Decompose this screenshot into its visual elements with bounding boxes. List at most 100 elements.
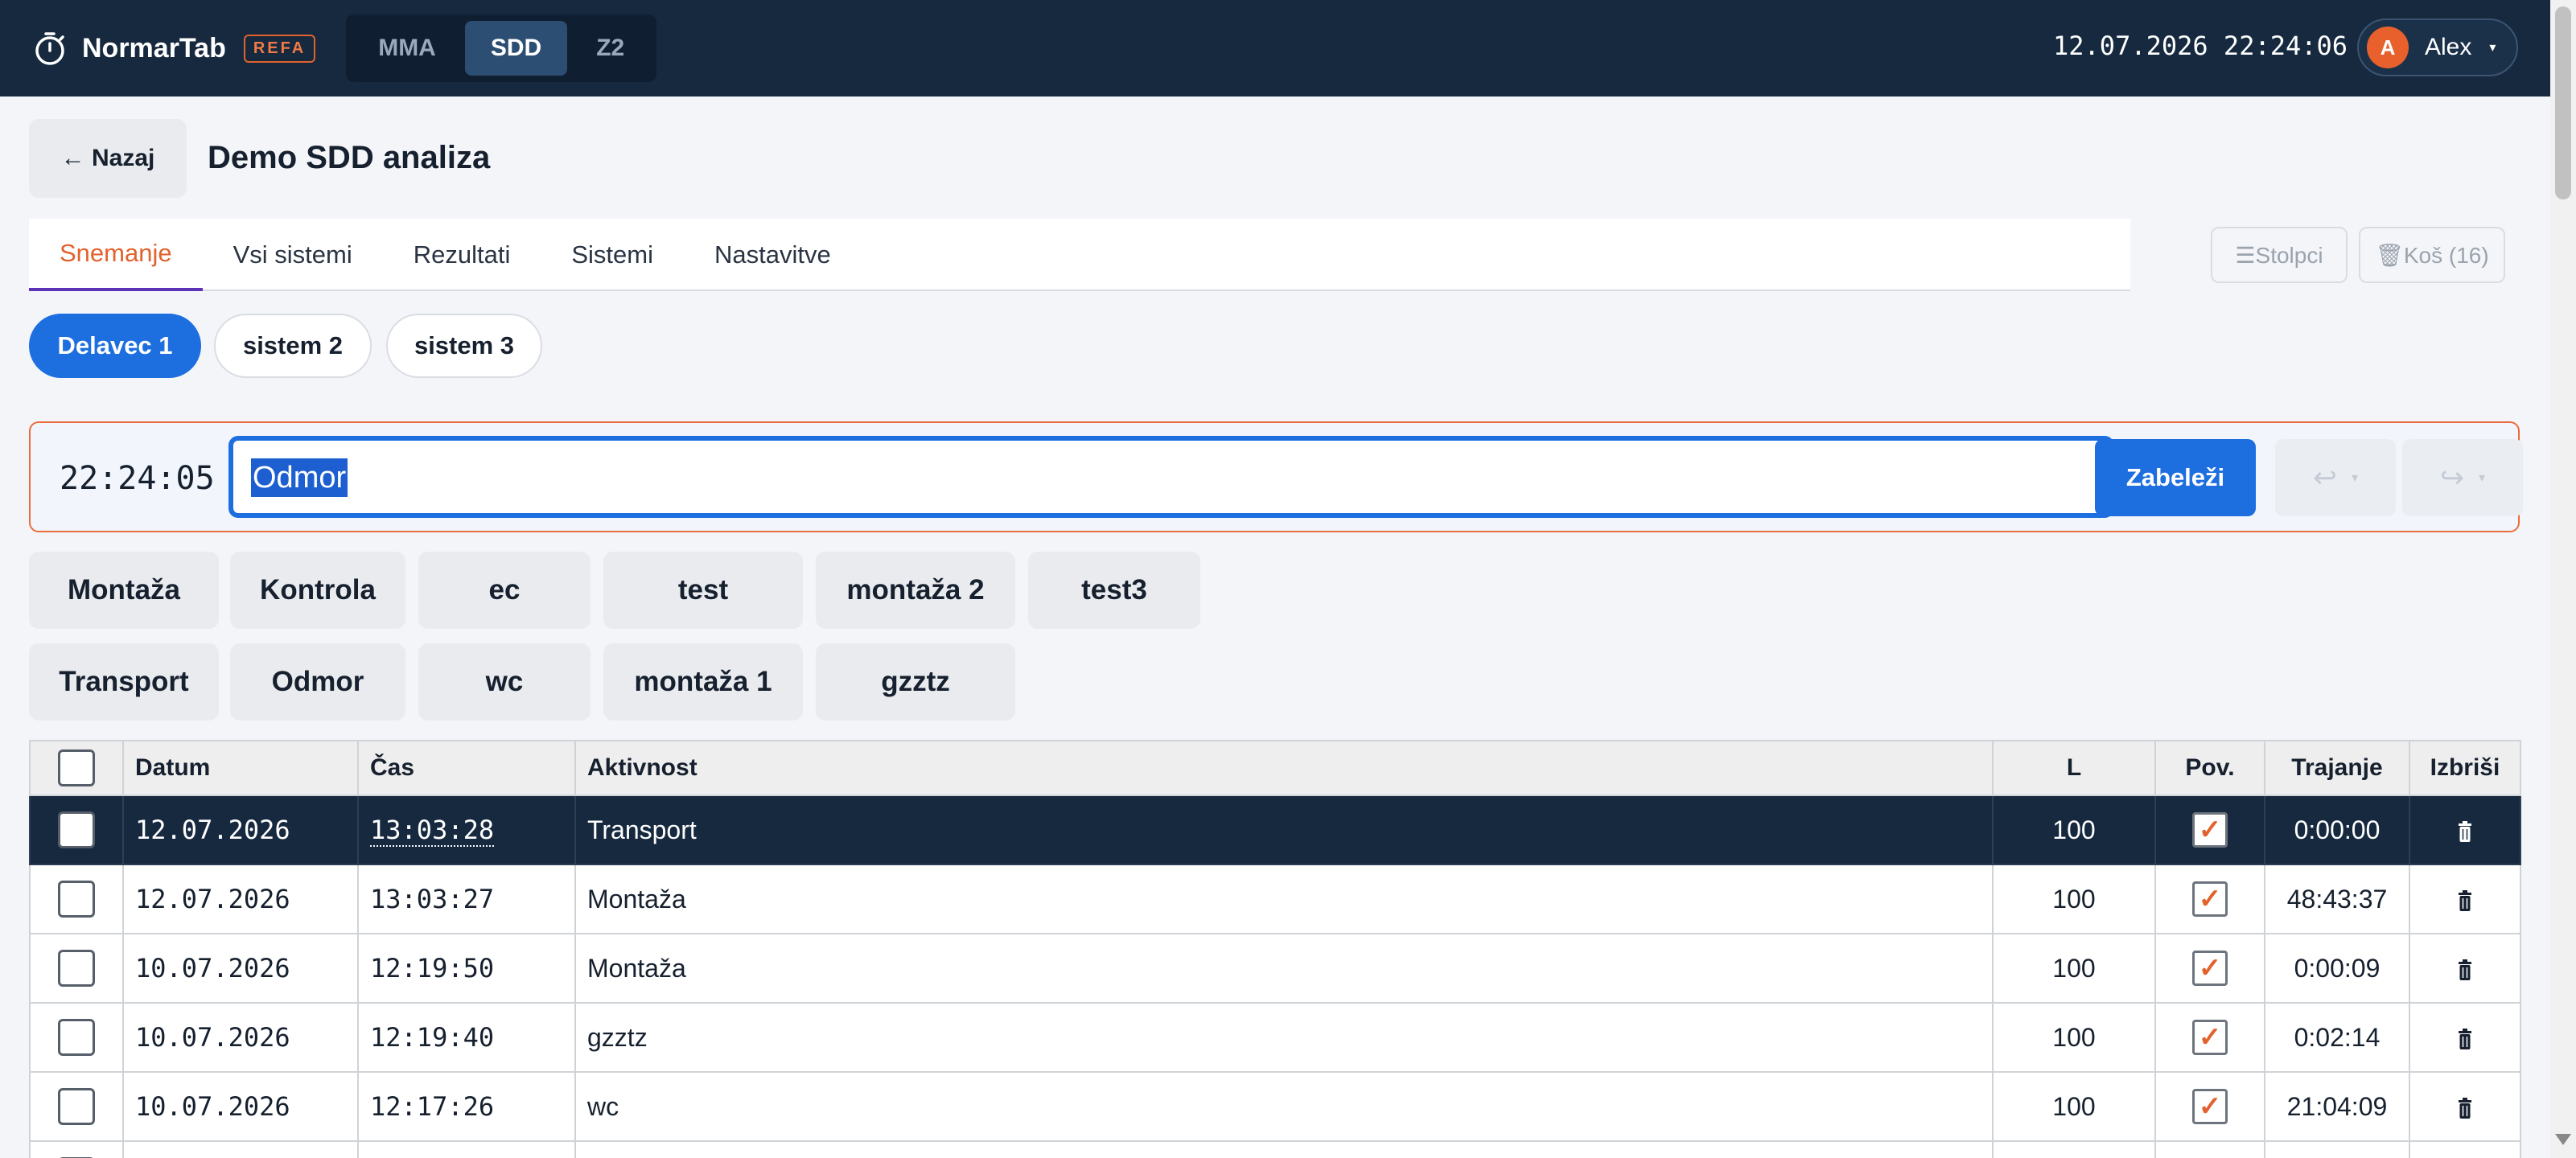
activity-button[interactable]: wc xyxy=(418,643,591,721)
cell-aktivnost: wc xyxy=(574,1071,1994,1142)
activity-button[interactable]: montaža 1 xyxy=(603,643,803,721)
cell-pov: ✓ xyxy=(2154,1071,2265,1142)
redo-button[interactable]: ↪ ▾ xyxy=(2402,439,2523,516)
col-l[interactable]: L xyxy=(1992,740,2156,796)
pov-checkbox[interactable]: ✓ xyxy=(2192,881,2228,917)
table-header-row: Datum Čas Aktivnost L Pov. Trajanje Izbr… xyxy=(29,740,2521,796)
cell-l[interactable]: 100 xyxy=(1992,933,2156,1004)
tab-snemanje[interactable]: Snemanje xyxy=(29,219,203,291)
table-row[interactable]: 12.07.2026 13:03:28 Transport 100 ✓ 0:00… xyxy=(29,795,2521,865)
col-pov[interactable]: Pov. xyxy=(2154,740,2265,796)
row-checkbox[interactable] xyxy=(58,811,95,848)
activity-button[interactable]: Montaža xyxy=(29,552,219,629)
row-checkbox[interactable] xyxy=(58,1088,95,1125)
user-menu-button[interactable]: A Alex ▾ xyxy=(2357,18,2518,76)
table-row[interactable]: 12.07.2026 13:03:27 Montaža 100 ✓ 48:43:… xyxy=(29,864,2521,934)
brand: NormarTab REFA xyxy=(31,29,316,68)
table-row[interactable]: 10.07.2026 12:19:50 Montaža 100 ✓ 0:00:0… xyxy=(29,933,2521,1004)
scrollbar-thumb[interactable] xyxy=(2555,6,2571,199)
cell-datum: 10.07.2026 xyxy=(122,1002,359,1073)
cell-datum: 10.07.2026 xyxy=(122,933,359,1004)
trash-icon[interactable] xyxy=(2458,1029,2472,1050)
cell-pov: ✓ xyxy=(2154,864,2265,934)
cell-trajanje: 0:00:09 xyxy=(2264,933,2410,1004)
recorder-time: 22:24:05 xyxy=(60,460,215,497)
activity-button[interactable]: test xyxy=(603,552,803,629)
avatar: A xyxy=(2367,27,2409,68)
back-button[interactable]: ← Nazaj xyxy=(29,119,187,198)
cell-pov xyxy=(2154,1140,2265,1158)
cell-cas[interactable]: 12:19:40 xyxy=(357,1002,576,1073)
col-trajanje[interactable]: Trajanje xyxy=(2264,740,2410,796)
col-datum[interactable]: Datum xyxy=(122,740,359,796)
caret-down-icon: ▾ xyxy=(2489,41,2496,55)
activity-button[interactable]: Odmor xyxy=(230,643,405,721)
tab-rezultati[interactable]: Rezultati xyxy=(383,219,541,291)
cell-izbrisi xyxy=(2409,1140,2521,1158)
cell-l[interactable] xyxy=(1992,1140,2156,1158)
cell-cas[interactable] xyxy=(357,1140,576,1158)
table-row-partial[interactable] xyxy=(29,1140,2521,1158)
worker-chip-sistem-3[interactable]: sistem 3 xyxy=(386,314,542,378)
log-button[interactable]: Zabeleži xyxy=(2095,439,2256,516)
cell-izbrisi xyxy=(2409,1071,2521,1142)
pov-checkbox[interactable]: ✓ xyxy=(2192,812,2228,848)
scroll-down-arrow-icon[interactable] xyxy=(2555,1134,2571,1145)
select-all-header xyxy=(29,740,124,796)
activity-button[interactable]: Kontrola xyxy=(230,552,405,629)
activity-button[interactable]: test3 xyxy=(1028,552,1200,629)
activity-button[interactable]: montaža 2 xyxy=(816,552,1015,629)
row-checkbox[interactable] xyxy=(58,950,95,987)
cell-l[interactable]: 100 xyxy=(1992,795,2156,865)
row-checkbox-cell xyxy=(29,1002,124,1073)
table-row[interactable]: 10.07.2026 12:17:26 wc 100 ✓ 21:04:09 xyxy=(29,1071,2521,1142)
cell-cas-value[interactable]: 13:03:28 xyxy=(370,815,495,847)
table-row[interactable]: 10.07.2026 12:19:40 gzztz 100 ✓ 0:02:14 xyxy=(29,1002,2521,1073)
mode-sdd-button[interactable]: SDD xyxy=(464,21,568,76)
activity-button[interactable]: Transport xyxy=(29,643,219,721)
row-checkbox-cell xyxy=(29,933,124,1004)
cell-datum xyxy=(122,1140,359,1158)
mode-switch: MMA SDD Z2 xyxy=(346,14,657,82)
tab-sistemi[interactable]: Sistemi xyxy=(541,219,684,291)
undo-button[interactable]: ↩ ▾ xyxy=(2275,439,2396,516)
pov-checkbox[interactable]: ✓ xyxy=(2192,1020,2228,1055)
mode-z2-button[interactable]: Z2 xyxy=(570,21,650,76)
mode-mma-button[interactable]: MMA xyxy=(352,21,462,76)
cell-l[interactable]: 100 xyxy=(1992,1071,2156,1142)
activity-input[interactable] xyxy=(228,436,2114,518)
cell-datum: 12.07.2026 xyxy=(122,864,359,934)
trash-icon[interactable] xyxy=(2458,821,2472,843)
cell-cas[interactable]: 13:03:28 xyxy=(357,795,576,865)
columns-button[interactable]: ☰Stolpci xyxy=(2211,227,2348,283)
col-cas[interactable]: Čas xyxy=(357,740,576,796)
row-checkbox[interactable] xyxy=(58,881,95,918)
pov-checkbox[interactable]: ✓ xyxy=(2192,951,2228,986)
cell-l[interactable]: 100 xyxy=(1992,1002,2156,1073)
tab-nastavitve[interactable]: Nastavitve xyxy=(684,219,862,291)
trash-icon[interactable] xyxy=(2458,890,2472,912)
trash-icon[interactable] xyxy=(2458,959,2472,981)
row-checkbox-cell xyxy=(29,1140,124,1158)
select-all-checkbox[interactable] xyxy=(58,749,95,786)
tab-vsi-sistemi[interactable]: Vsi sistemi xyxy=(203,219,383,291)
activity-button[interactable]: ec xyxy=(418,552,591,629)
cell-l[interactable]: 100 xyxy=(1992,864,2156,934)
cell-izbrisi xyxy=(2409,1002,2521,1073)
cell-cas[interactable]: 13:03:27 xyxy=(357,864,576,934)
activity-button[interactable]: gzztz xyxy=(816,643,1015,721)
trash-icon[interactable] xyxy=(2458,1098,2472,1119)
cell-aktivnost: Montaža xyxy=(574,933,1994,1004)
records-table: Datum Čas Aktivnost L Pov. Trajanje Izbr… xyxy=(29,740,2521,1158)
cell-cas[interactable]: 12:17:26 xyxy=(357,1071,576,1142)
app-name: NormarTab xyxy=(82,32,226,64)
trash-bin-button[interactable]: 🗑Koš (16) xyxy=(2359,227,2505,283)
col-aktivnost[interactable]: Aktivnost xyxy=(574,740,1994,796)
worker-chip-sistem-2[interactable]: sistem 2 xyxy=(214,314,372,378)
cell-pov: ✓ xyxy=(2154,1002,2265,1073)
page-scrollbar[interactable] xyxy=(2550,0,2576,1158)
cell-cas[interactable]: 12:19:50 xyxy=(357,933,576,1004)
row-checkbox[interactable] xyxy=(58,1019,95,1056)
worker-chip-delavec-1[interactable]: Delavec 1 xyxy=(29,314,201,378)
pov-checkbox[interactable]: ✓ xyxy=(2192,1089,2228,1124)
